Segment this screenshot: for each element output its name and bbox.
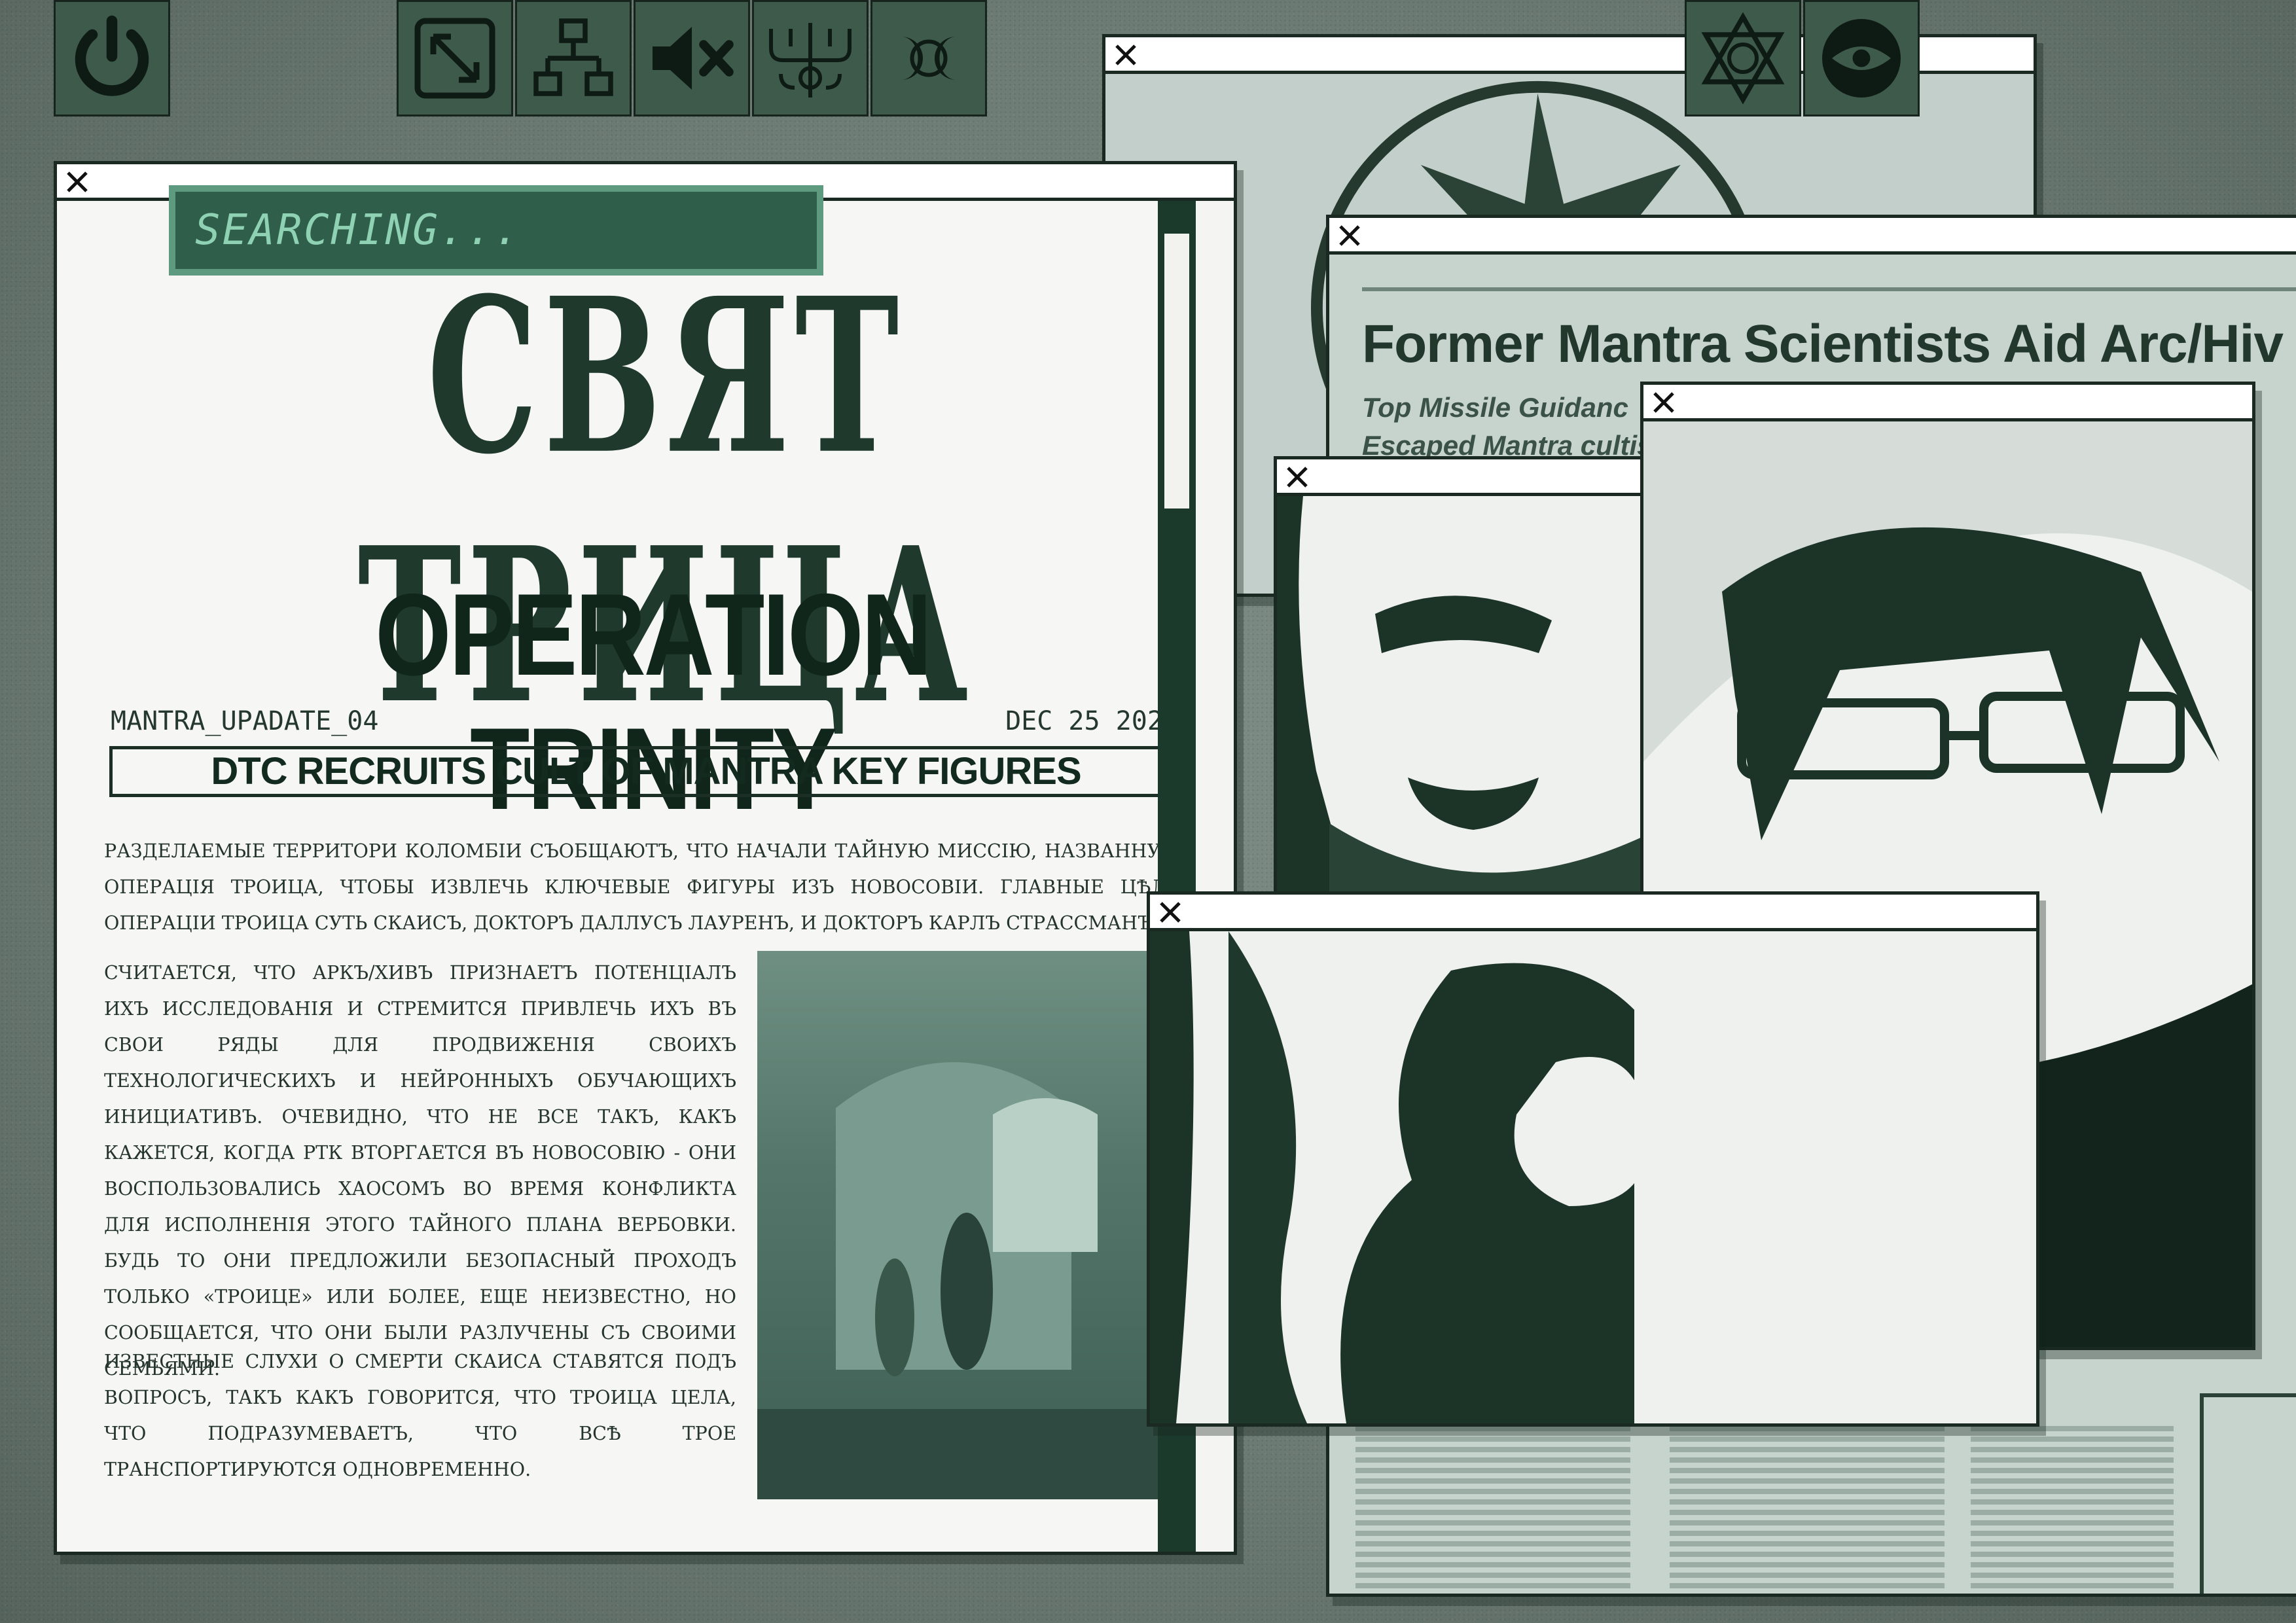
close-icon	[67, 171, 88, 192]
newspaper-box	[2200, 1393, 2296, 1594]
close-icon	[1160, 902, 1181, 923]
portrait-man-beard-image	[1150, 931, 2036, 1423]
portrait-bald-man-image	[1277, 496, 1663, 915]
sigil-button[interactable]	[752, 0, 869, 116]
network-icon	[533, 18, 613, 96]
newspaper-subhead: Top Missile Guidanc	[1362, 392, 1628, 423]
newspaper-headline: Former Mantra Scientists Aid Arc/Hiv	[1362, 314, 2284, 374]
window-titlebar[interactable]	[1643, 385, 2252, 421]
scroll-thumb[interactable]	[1164, 234, 1189, 508]
portrait-window-1[interactable]	[1274, 456, 1666, 918]
network-button[interactable]	[515, 0, 632, 116]
close-button[interactable]	[1112, 41, 1139, 69]
file-id: MANTRA_UPADATE_04	[111, 706, 379, 736]
triple-moon-icon	[901, 37, 956, 80]
hexagram-icon	[1701, 12, 1785, 105]
close-button[interactable]	[63, 168, 91, 196]
portrait-view	[1150, 931, 2036, 1423]
rule-line	[1362, 287, 2296, 291]
close-button[interactable]	[1283, 463, 1311, 491]
close-button[interactable]	[1650, 389, 1677, 416]
resize-arrows-icon	[414, 18, 495, 99]
close-button[interactable]	[1336, 222, 1363, 249]
occult-sigil-icon	[769, 23, 852, 98]
mute-speaker-icon	[653, 27, 734, 90]
document-date: DEC 25 2020	[1005, 706, 1179, 736]
eye-sun-icon	[1822, 19, 1901, 98]
close-icon	[1339, 225, 1360, 246]
close-icon	[1653, 392, 1674, 413]
window-titlebar[interactable]	[1277, 459, 1663, 496]
paragraph-2: Считается, что Аркъ/Хивъ признаетъ потен…	[104, 962, 736, 1380]
window-titlebar[interactable]	[1150, 895, 2036, 931]
mute-button[interactable]	[634, 0, 750, 116]
close-icon	[1287, 467, 1308, 488]
triple-moon-button[interactable]	[870, 0, 987, 116]
lab-scene-image	[757, 1062, 1183, 1499]
paragraph-1: Разделаемые территори Коломбіи съобщаютъ…	[104, 840, 1183, 934]
eye-sun-button[interactable]	[1803, 0, 1920, 116]
fullscreen-button[interactable]	[397, 0, 513, 116]
document-view: СВЯТ ТРИЦА OPERATION TRINITY MANTRA_UPAD…	[57, 201, 1234, 1552]
portrait-window-3[interactable]	[1147, 891, 2039, 1427]
close-button[interactable]	[1157, 899, 1184, 926]
lab-photo	[757, 951, 1183, 1499]
power-button[interactable]	[54, 0, 170, 116]
close-icon	[1115, 45, 1136, 65]
power-icon	[75, 15, 149, 96]
newspaper-column	[1355, 1426, 1630, 1594]
document-window[interactable]: СВЯТ ТРИЦА OPERATION TRINITY MANTRA_UPAD…	[54, 161, 1237, 1555]
document-headline: DTC RECRUITS CULT OF MANTRA KEY FIGURES	[109, 746, 1183, 797]
document-page: СВЯТ ТРИЦА OPERATION TRINITY MANTRA_UPAD…	[57, 201, 1196, 1552]
newspaper-column	[1971, 1426, 2174, 1594]
newspaper-column	[1670, 1426, 1945, 1594]
hexagram-button[interactable]	[1685, 0, 1801, 116]
search-status: SEARCHING...	[169, 185, 823, 276]
portrait-view	[1277, 496, 1663, 915]
paragraph-3: Известные слухи о смерти Скаиса ставятся…	[104, 1351, 736, 1480]
window-titlebar[interactable]	[1329, 218, 2296, 255]
